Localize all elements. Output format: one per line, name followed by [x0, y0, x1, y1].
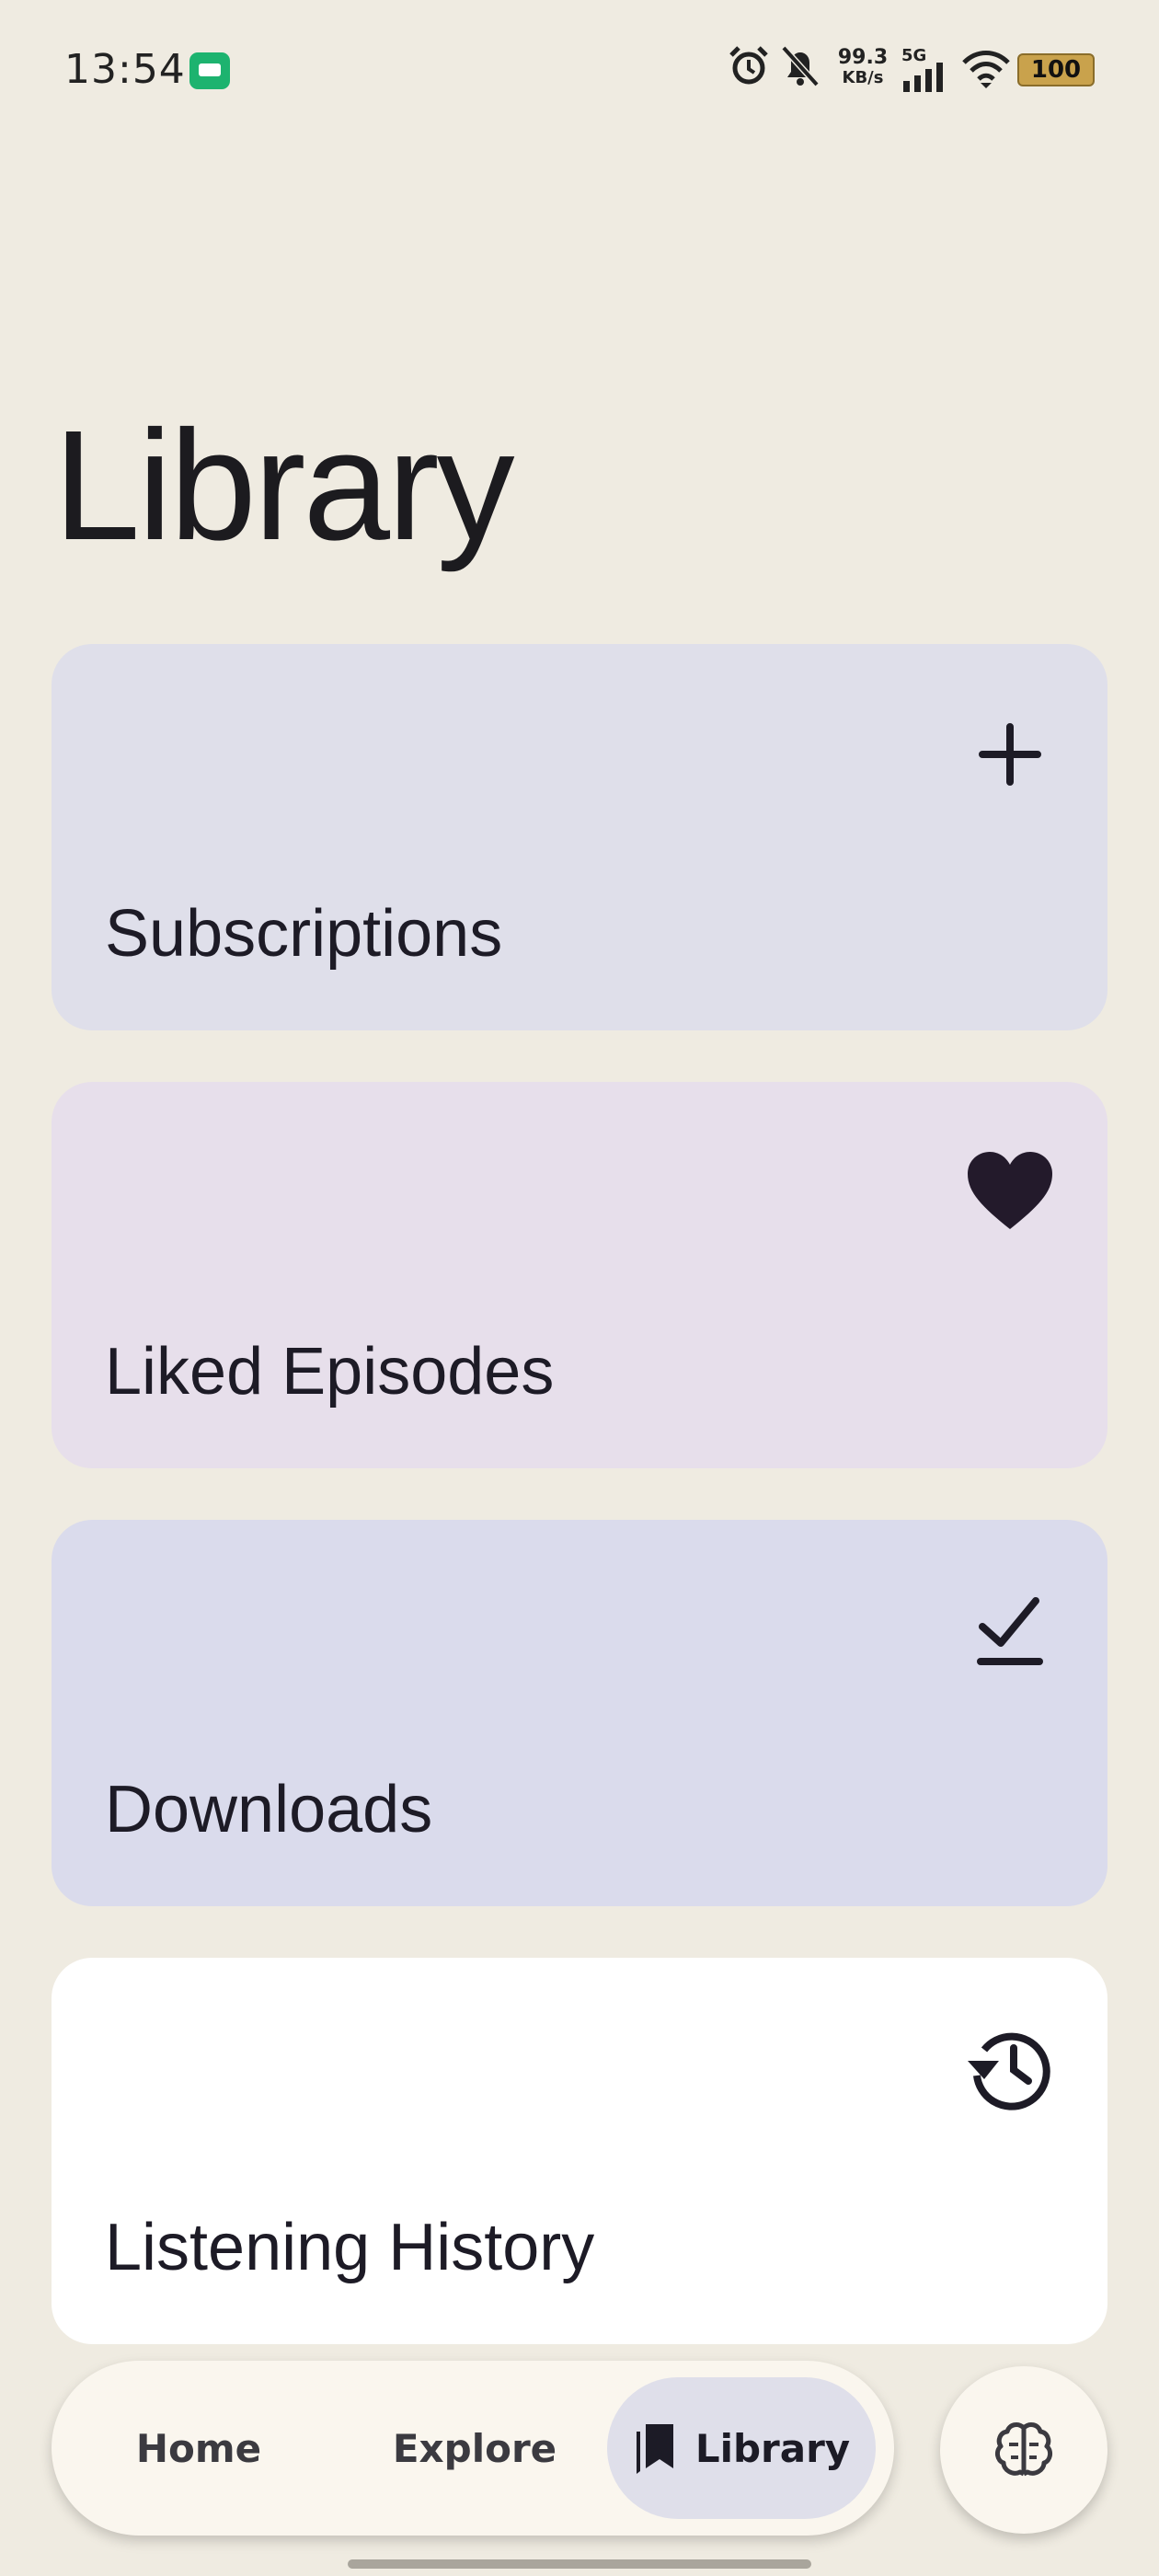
downloads-card[interactable]: Downloads: [52, 1520, 1107, 1906]
nav-explore-label: Explore: [392, 2425, 557, 2471]
home-indicator[interactable]: [348, 2559, 811, 2569]
network-speed-value: 99.3: [837, 46, 889, 69]
battery-indicator: 100: [1017, 53, 1095, 86]
bottom-navigation: Home Explore Library: [52, 2361, 894, 2536]
nav-explore[interactable]: Explore: [373, 2361, 576, 2536]
download-done-icon: [977, 1597, 1043, 1665]
heart-icon: [968, 1152, 1052, 1229]
status-bar: 13:54 99.3 KB/s 5G 100: [0, 0, 1159, 138]
listening-history-label: Listening History: [105, 2211, 595, 2284]
page-title: Library: [53, 398, 515, 573]
nav-home[interactable]: Home: [107, 2361, 291, 2536]
nav-library[interactable]: Library: [607, 2377, 876, 2519]
listening-history-card[interactable]: Listening History: [52, 1958, 1107, 2344]
status-time: 13:54: [64, 46, 186, 93]
app-notification-icon: [189, 52, 230, 89]
nav-home-label: Home: [135, 2425, 262, 2471]
subscriptions-label: Subscriptions: [105, 897, 503, 971]
plus-icon: [979, 723, 1041, 786]
liked-episodes-card[interactable]: Liked Episodes: [52, 1082, 1107, 1468]
wifi-icon: [962, 51, 1010, 88]
history-icon: [968, 2032, 1050, 2110]
downloads-label: Downloads: [105, 1773, 433, 1846]
bell-off-icon: [781, 45, 820, 87]
status-icons: 99.3 KB/s 5G 100: [727, 44, 1095, 99]
alarm-icon: [729, 46, 768, 85]
signal-icon: [903, 63, 943, 92]
network-speed: 99.3 KB/s: [835, 48, 890, 88]
bookmarks-icon: [636, 2424, 673, 2474]
nav-library-label: Library: [694, 2425, 851, 2471]
network-speed-unit: KB/s: [842, 68, 884, 87]
subscriptions-card[interactable]: Subscriptions: [52, 644, 1107, 1030]
ai-assistant-button[interactable]: [940, 2366, 1107, 2534]
liked-episodes-label: Liked Episodes: [105, 1335, 555, 1409]
brain-icon: [994, 2422, 1053, 2477]
